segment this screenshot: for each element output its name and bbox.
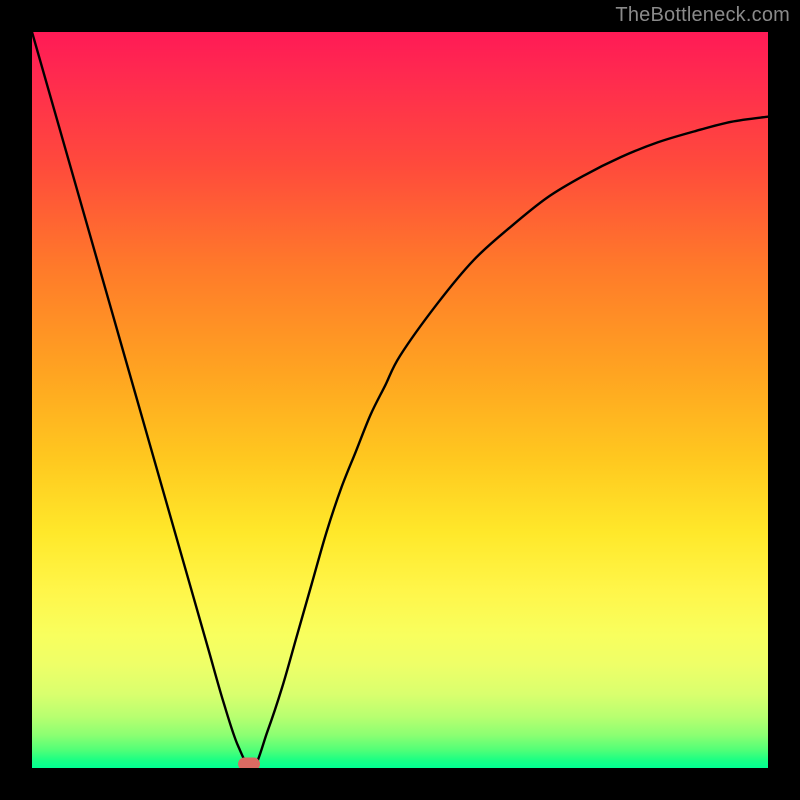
plot-area [32,32,768,768]
optimal-marker [238,757,260,768]
chart-frame: TheBottleneck.com [0,0,800,800]
watermark-label: TheBottleneck.com [615,4,790,27]
bottleneck-curve [32,32,768,768]
